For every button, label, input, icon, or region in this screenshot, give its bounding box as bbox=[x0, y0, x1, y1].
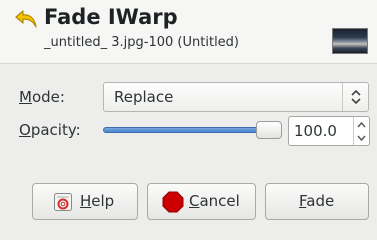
help-icon bbox=[54, 193, 72, 211]
opacity-label: Opacity: bbox=[19, 121, 81, 139]
cancel-button[interactable]: Cancel bbox=[147, 183, 256, 220]
image-subtitle: _untitled_ 3.jpg-100 (Untitled) bbox=[44, 35, 239, 50]
spin-down-icon[interactable] bbox=[354, 131, 369, 145]
dialog-title: Fade IWarp bbox=[44, 5, 178, 29]
mode-label: Mode: bbox=[19, 88, 65, 106]
mode-combo[interactable]: Replace bbox=[103, 82, 369, 112]
opacity-value: 100.0 bbox=[294, 122, 337, 140]
undo-arrow-icon bbox=[15, 10, 37, 28]
help-button[interactable]: Help bbox=[32, 183, 138, 220]
combo-arrows-icon bbox=[342, 83, 368, 111]
fade-button[interactable]: Fade bbox=[265, 183, 369, 220]
mode-combo-value: Replace bbox=[114, 88, 174, 106]
opacity-slider-track[interactable] bbox=[103, 127, 263, 133]
opacity-spinbutton[interactable]: 100.0 bbox=[288, 116, 370, 146]
spin-up-icon[interactable] bbox=[354, 117, 369, 131]
stop-icon bbox=[162, 191, 184, 213]
dialog-header: Fade IWarp _untitled_ 3.jpg-100 (Untitle… bbox=[0, 0, 377, 64]
image-thumbnail bbox=[332, 28, 368, 54]
opacity-slider-handle[interactable] bbox=[256, 121, 282, 139]
